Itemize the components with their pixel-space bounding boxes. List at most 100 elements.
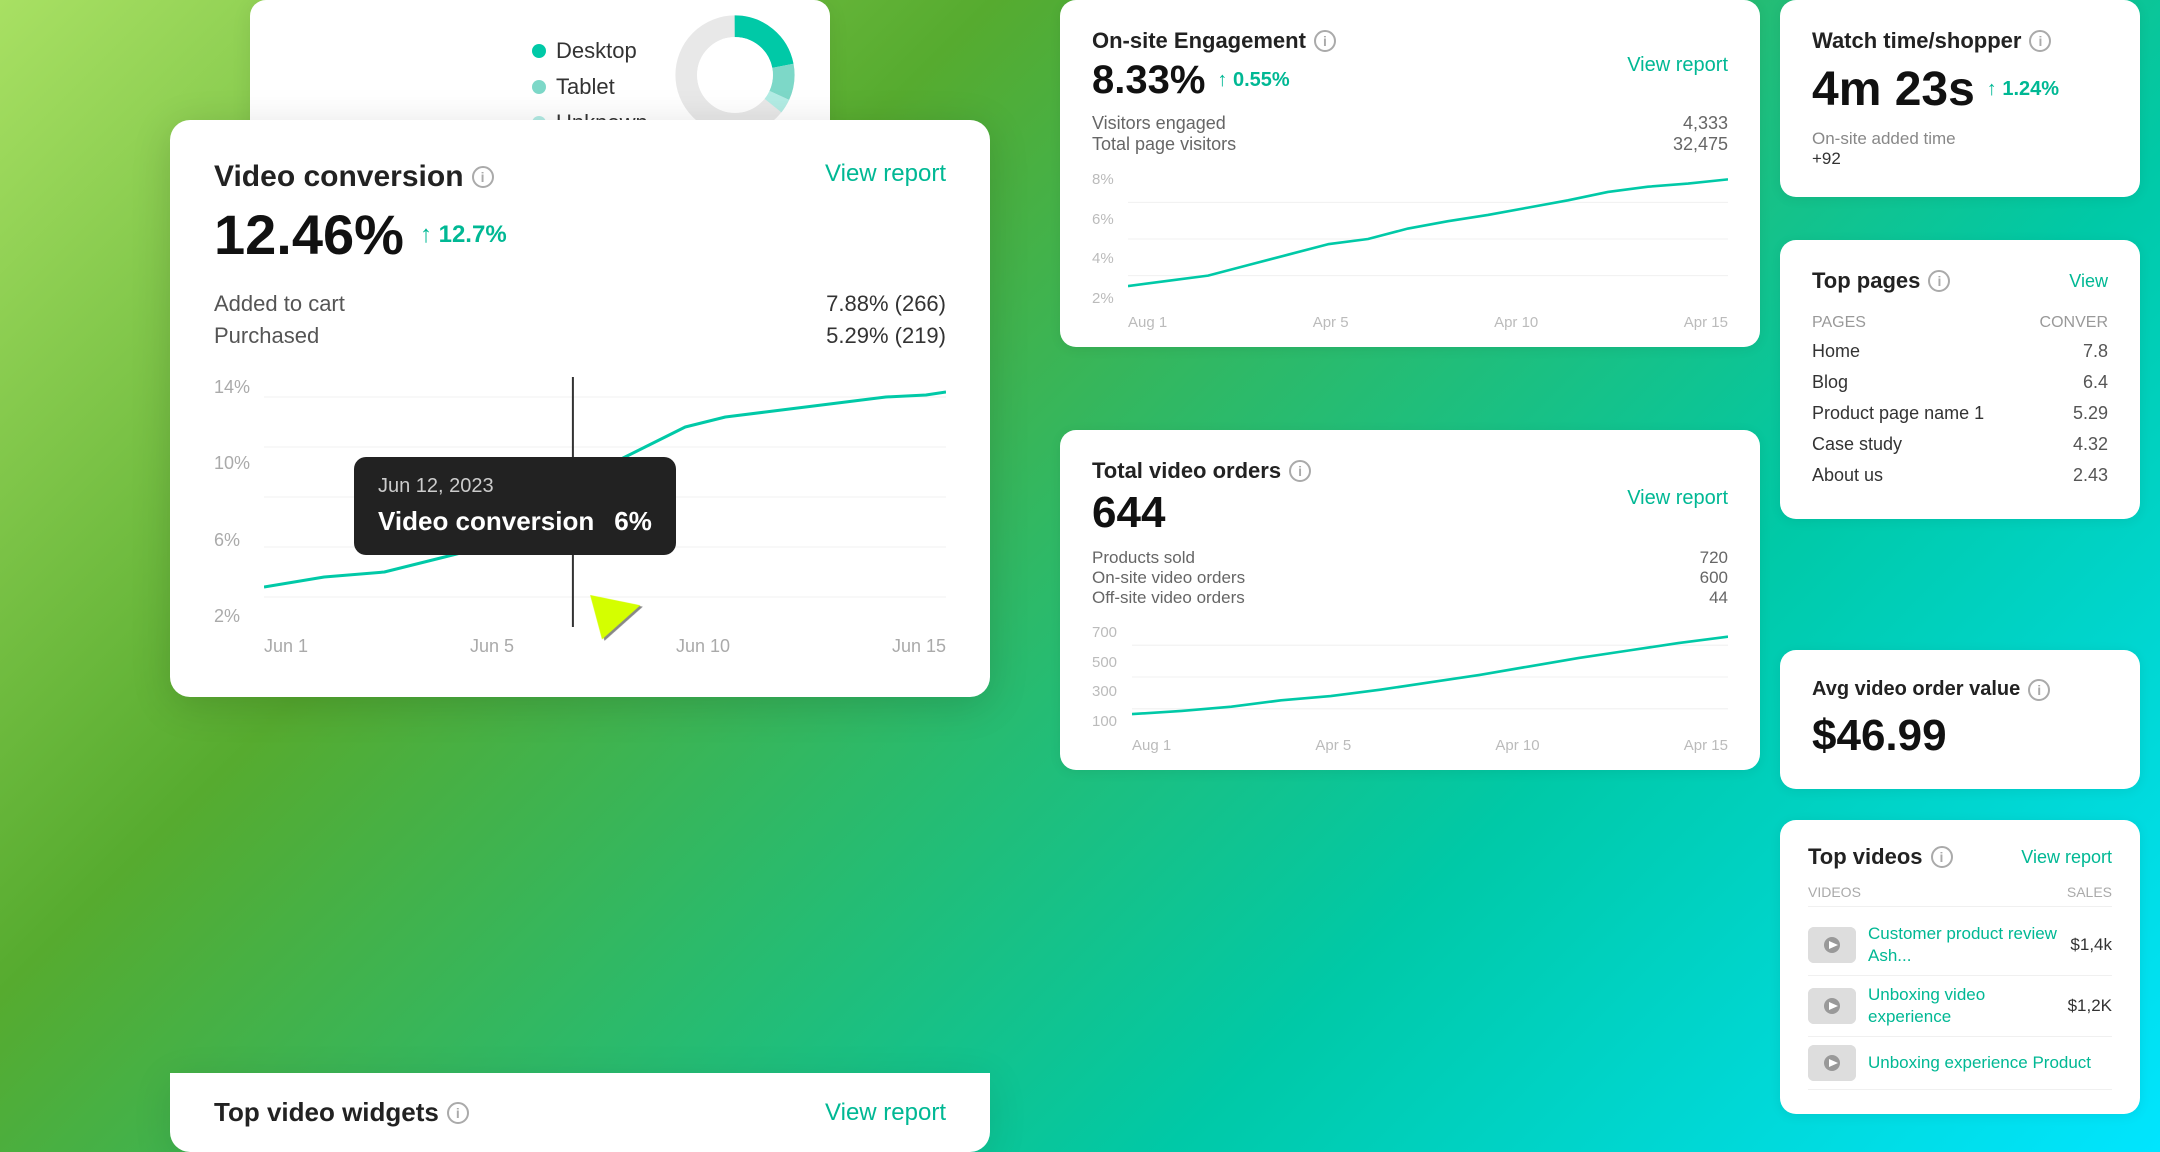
- video-conversion-title: Video conversion: [214, 160, 464, 194]
- top-videos-view-report[interactable]: View report: [2021, 847, 2112, 868]
- video-thumb-2: [1808, 988, 1856, 1024]
- x-jun10: Jun 10: [676, 636, 730, 657]
- engagement-metric: 8.33%: [1092, 58, 1205, 103]
- video-item-3: Unboxing experience Product: [1808, 1037, 2112, 1090]
- x-jun1: Jun 1: [264, 636, 308, 657]
- tablet-dot: [532, 80, 546, 94]
- avg-order-metric: $46.99: [1812, 711, 2108, 761]
- video-title-2: Unboxing video experience: [1868, 984, 2056, 1028]
- pages-col-header: PAGES: [1812, 310, 2024, 336]
- watch-time-info-icon[interactable]: i: [2029, 30, 2051, 52]
- top-pages-info-icon[interactable]: i: [1928, 270, 1950, 292]
- page-visitors-label: Total page visitors: [1092, 134, 1236, 155]
- total-orders-title-group: Total video orders i 644: [1092, 458, 1311, 538]
- total-orders-info-icon[interactable]: i: [1289, 460, 1311, 482]
- engagement-chart: 8% 6% 4% 2% Aug 1 Apr 5 Apr 10 Apr 15: [1092, 171, 1728, 331]
- page-home: Home: [1812, 336, 2024, 367]
- page-visitors-value: 32,475: [1673, 134, 1728, 155]
- page-product: Product page name 1: [1812, 398, 2024, 429]
- tooltip-date: Jun 12, 2023: [378, 475, 652, 498]
- total-video-orders-card: Total video orders i 644 View report Pro…: [1060, 430, 1760, 770]
- top-pages-card: Top pages i View PAGES CONVER Home 7.8 B…: [1780, 240, 2140, 519]
- table-row: Blog 6.4: [1812, 367, 2108, 398]
- total-orders-metric: 644: [1092, 488, 1311, 538]
- total-orders-chart: 700 500 300 100 Aug 1 Apr 5 Apr 10 Apr 1…: [1092, 624, 1728, 754]
- orders-y-labels: 700 500 300 100: [1092, 624, 1117, 730]
- metric-value: 12.46%: [214, 202, 404, 267]
- card-title: Video conversion i: [214, 160, 494, 194]
- top-pages-title: Top pages i: [1812, 268, 1950, 294]
- engagement-chart-svg: [1128, 171, 1728, 307]
- engagement-title-group: On-site Engagement i 8.33% ↑ 0.55%: [1092, 28, 1336, 103]
- view-report-link[interactable]: View report: [825, 160, 946, 188]
- video-conversion-metric: 12.46% ↑ 12.7%: [214, 202, 946, 267]
- bottom-widget-header: Top video widgets i View report: [214, 1097, 946, 1128]
- top-videos-title: Top videos i: [1808, 844, 1953, 870]
- tooltip-row: Video conversion 6%: [378, 506, 652, 537]
- top-pages-header: Top pages i View: [1812, 268, 2108, 294]
- added-to-cart-value: 7.88% (266): [826, 291, 946, 317]
- top-videos-card: Top videos i View report VIDEOS SALES Cu…: [1780, 820, 2140, 1114]
- total-orders-title: Total video orders i: [1092, 458, 1311, 484]
- video-title-3: Unboxing experience Product: [1868, 1052, 2100, 1074]
- top-pages-view[interactable]: View: [2069, 271, 2108, 292]
- watch-time-title: Watch time/shopper i: [1812, 28, 2108, 54]
- engagement-row-labels: Visitors engaged Total page visitors: [1092, 113, 1236, 155]
- total-orders-view-report[interactable]: View report: [1627, 487, 1728, 510]
- info-icon[interactable]: i: [472, 166, 494, 188]
- purchased-value: 5.29% (219): [826, 323, 946, 349]
- added-to-cart-row: Added to cart 7.88% (266): [214, 291, 946, 317]
- engagement-info-icon[interactable]: i: [1314, 30, 1336, 52]
- x-jun5: Jun 5: [470, 636, 514, 657]
- top-videos-col-headers: VIDEOS SALES: [1808, 884, 2112, 907]
- table-row: Case study 4.32: [1812, 429, 2108, 460]
- engagement-row-values: 4,333 32,475: [1673, 113, 1728, 155]
- bottom-widget-view-report[interactable]: View report: [825, 1099, 946, 1127]
- chart-y-labels: 14% 10% 6% 2%: [214, 377, 250, 627]
- added-to-cart-label: Added to cart: [214, 291, 345, 317]
- bottom-widget-title: Top video widgets i: [214, 1097, 469, 1128]
- watch-time-metric: 4m 23s: [1812, 62, 1975, 117]
- engagement-view-report[interactable]: View report: [1627, 54, 1728, 77]
- purchased-row: Purchased 5.29% (219): [214, 323, 946, 349]
- total-orders-header: Total video orders i 644 View report: [1092, 458, 1728, 538]
- value-about: 2.43: [2024, 460, 2108, 491]
- watch-time-card: Watch time/shopper i 4m 23s ↑ 1.24% On-s…: [1780, 0, 2140, 197]
- legend-item-tablet: Tablet 10%: [532, 74, 1112, 100]
- table-row: Product page name 1 5.29: [1812, 398, 2108, 429]
- value-blog: 6.4: [2024, 367, 2108, 398]
- y-2: 2%: [214, 606, 250, 627]
- desktop-dot: [532, 44, 546, 58]
- engagement-title-text: On-site Engagement: [1092, 28, 1306, 54]
- orders-chart-svg: [1132, 624, 1728, 730]
- watch-time-metric-group: 4m 23s ↑ 1.24%: [1812, 62, 2108, 117]
- table-row: Home 7.8: [1812, 336, 2108, 367]
- page-about: About us: [1812, 460, 2024, 491]
- engagement-change: ↑ 0.55%: [1217, 69, 1289, 92]
- video-title-1: Customer product review Ash...: [1868, 923, 2058, 967]
- page-blog: Blog: [1812, 367, 2024, 398]
- page-case-study: Case study: [1812, 429, 2024, 460]
- avg-order-info-icon[interactable]: i: [2028, 679, 2050, 701]
- legend-item-desktop: Desktop 22%: [532, 38, 1112, 64]
- avg-order-title: Avg video order value i: [1812, 678, 2108, 701]
- video-sales-2: $1,2K: [2068, 996, 2112, 1016]
- value-product: 5.29: [2024, 398, 2108, 429]
- video-item-1: Customer product review Ash... $1,4k: [1808, 915, 2112, 976]
- engagement-card: On-site Engagement i 8.33% ↑ 0.55% View …: [1060, 0, 1760, 347]
- tooltip-label: Video conversion: [378, 506, 594, 537]
- y-6: 6%: [214, 530, 250, 551]
- y-10: 10%: [214, 453, 250, 474]
- engagement-rows: Visitors engaged Total page visitors 4,3…: [1092, 113, 1728, 155]
- watch-time-label: On-site added time: [1812, 129, 2108, 149]
- metric-rows: Added to cart 7.88% (266) Purchased 5.29…: [214, 291, 946, 349]
- chart-tooltip: Jun 12, 2023 Video conversion 6%: [354, 457, 676, 555]
- table-row: About us 2.43: [1812, 460, 2108, 491]
- purchased-label: Purchased: [214, 323, 319, 349]
- total-orders-values: 720 600 44: [1700, 548, 1728, 608]
- video-sales-1: $1,4k: [2070, 935, 2112, 955]
- bottom-widget-info-icon[interactable]: i: [447, 1102, 469, 1124]
- orders-x-labels: Aug 1 Apr 5 Apr 10 Apr 15: [1132, 737, 1728, 754]
- top-videos-info-icon[interactable]: i: [1931, 846, 1953, 868]
- chart-svg: Jun 12, 2023 Video conversion 6% ▶: [264, 377, 946, 627]
